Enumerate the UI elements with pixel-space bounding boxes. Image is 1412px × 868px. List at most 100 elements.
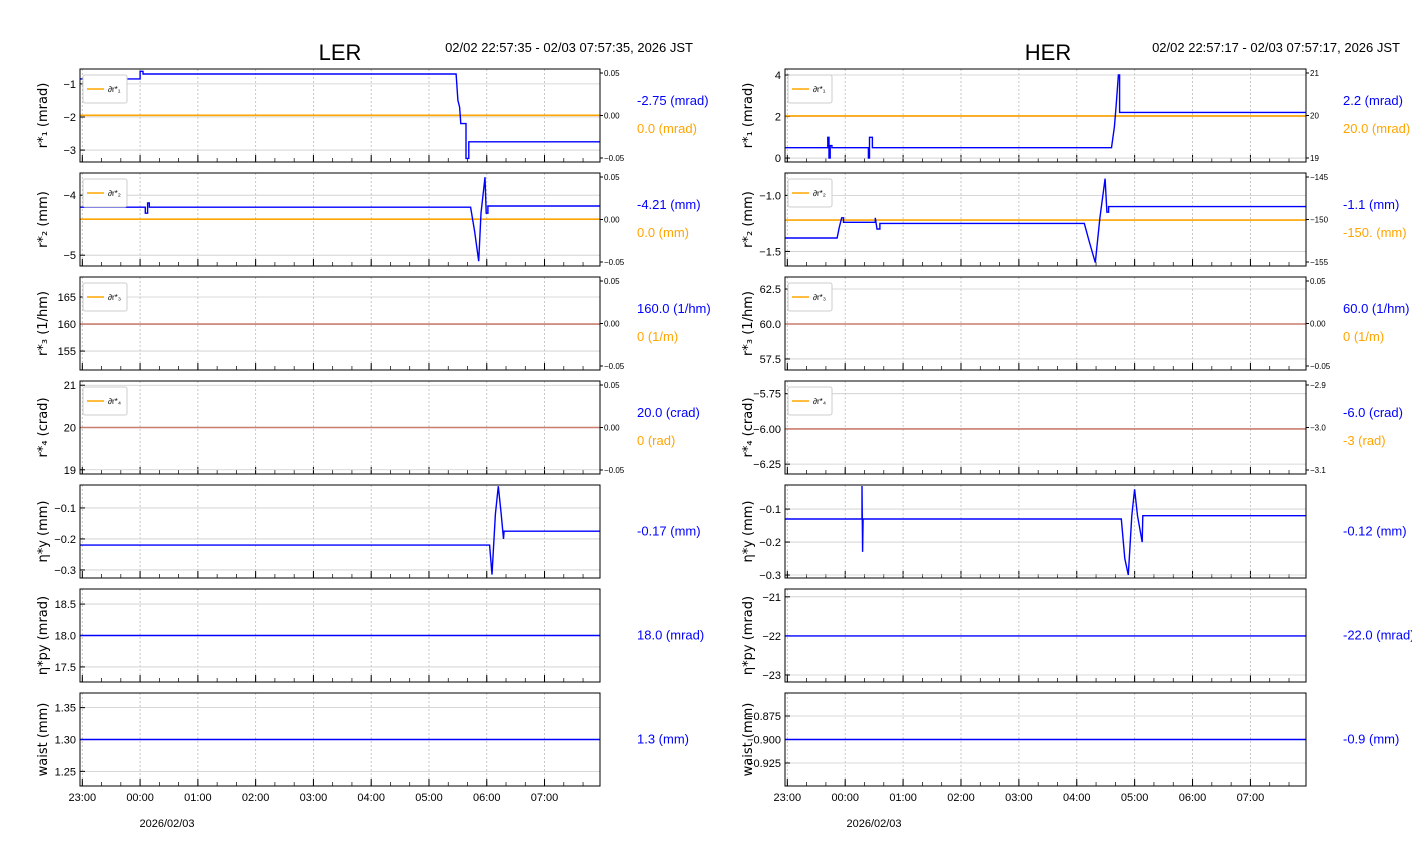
panel-1: −1.0 −1.5 −145 −150 −155 r*₂ (mm) ∂r*₂ -1.1 (mm…	[741, 172, 1407, 267]
current-value: -4.21 (mm)	[637, 197, 701, 212]
right-y-tick-label: −0.05	[604, 258, 625, 267]
current-value: -22.0 (mrad)	[1343, 628, 1412, 643]
panel-2: 165 160 155 0.05 0.00 −0.05 r*₃ (1/hm) ∂r*₃ 160.…	[36, 276, 711, 371]
series-line	[785, 485, 1306, 576]
y-tick-label: 165	[58, 292, 76, 304]
right-y-tick-label: −0.05	[604, 154, 625, 163]
x-tick-label: 07:00	[531, 792, 559, 804]
x-tick-label: 01:00	[184, 792, 212, 804]
y-tick-label: −5.75	[753, 389, 781, 401]
right-y-tick-label: 0.05	[604, 69, 620, 78]
y-tick-label: −4	[63, 190, 76, 202]
x-tick-label: 06:00	[1179, 792, 1207, 804]
x-axis-date-label: 2026/02/03	[846, 818, 901, 830]
x-tick-label: 01:00	[889, 792, 917, 804]
y-axis-label: r*₁ (mrad)	[741, 83, 756, 149]
legend-label: ∂r*₄	[108, 397, 121, 406]
chart-title: HER	[1025, 40, 1071, 65]
x-tick-label: 06:00	[473, 792, 501, 804]
legend-label: ∂r*₂	[813, 189, 826, 198]
x-tick-label: 02:00	[947, 792, 975, 804]
y-axis-label: r*₃ (1/hm)	[36, 291, 51, 356]
right-y-tick-label: 0.00	[604, 320, 620, 329]
panel-3: −5.75 −6.00 −6.25 −2.9 −3.0 −3.1 r*₄ (crad) ∂r*…	[741, 380, 1403, 475]
x-tick-label: 04:00	[357, 792, 385, 804]
legend-label: ∂r*₃	[108, 293, 121, 302]
panel-2: 62.5 60.0 57.5 0.05 0.00 −0.05 r*₃ (1/hm) ∂r*₃ 6…	[741, 276, 1409, 371]
current-value: 2.2 (mrad)	[1343, 93, 1403, 108]
panel-4: −0.1 −0.2 −0.3η*y (mm) -0.12 (mm)	[741, 484, 1407, 582]
right-y-tick-label: 20	[1310, 112, 1319, 121]
panel-5: −21 −22 −23 η*py (mrad) -22.0 (mrad)	[741, 588, 1412, 683]
x-tick-label: 05:00	[415, 792, 443, 804]
y-axis-label: r*₁ (mrad)	[36, 83, 51, 149]
y-axis-label: η*y (mm)	[36, 500, 51, 562]
right-y-tick-label: 0.00	[604, 216, 620, 225]
y-tick-label: −6.25	[753, 459, 781, 471]
y-tick-label: 57.5	[760, 354, 781, 366]
right-y-tick-label: 0.00	[604, 424, 620, 433]
y-tick-label: −1.0	[759, 190, 781, 202]
legend-label: ∂r*₁	[813, 85, 826, 94]
panel-6: −0.875−0.900−0.925waist (mm) -0.9 (mm)23:…	[741, 692, 1399, 830]
y-axis-label: r*₄ (crad)	[36, 397, 51, 457]
legend-label: ∂r*₄	[813, 397, 826, 406]
reference-value: 0 (1/m)	[637, 329, 678, 344]
right-y-tick-label: 0.05	[604, 381, 620, 390]
y-tick-label: −6.00	[753, 424, 781, 436]
y-tick-label: 60.0	[760, 319, 781, 331]
right-y-tick-label: −3.0	[1310, 424, 1326, 433]
x-tick-label: 07:00	[1237, 792, 1265, 804]
y-tick-label: 160	[58, 319, 76, 331]
current-value: -6.0 (crad)	[1343, 405, 1403, 420]
legend-label: ∂r*₃	[813, 293, 826, 302]
y-tick-label: −0.3	[54, 565, 76, 577]
reference-value: 0 (rad)	[637, 433, 675, 448]
y-tick-label: 0	[775, 153, 781, 165]
y-tick-label: 1.35	[55, 703, 76, 715]
right-y-tick-label: 0.00	[604, 112, 620, 121]
x-tick-label: 04:00	[1063, 792, 1091, 804]
y-tick-label: 17.5	[55, 662, 76, 674]
y-tick-label: −21	[762, 592, 781, 604]
y-tick-label: 18.5	[55, 599, 76, 611]
right-y-tick-label: 0.05	[604, 173, 620, 182]
right-y-tick-label: −3.1	[1310, 466, 1326, 475]
current-value: 1.3 (mm)	[637, 732, 689, 747]
current-value: 18.0 (mrad)	[637, 628, 704, 643]
time-range: 02/02 22:57:35 - 02/03 07:57:35, 2026 JS…	[445, 40, 693, 55]
right-y-tick-label: −0.05	[1310, 362, 1331, 371]
y-tick-label: 155	[58, 346, 76, 358]
y-tick-label: −1.5	[759, 246, 781, 258]
panel-0: 420212019r*₁ (mrad) ∂r*₁2.2 (mrad)20.0 (m…	[741, 68, 1410, 165]
y-tick-label: −22	[762, 631, 781, 643]
reference-value: -150. (mm)	[1343, 225, 1407, 240]
right-y-tick-label: −2.9	[1310, 381, 1326, 390]
x-tick-label: 00:00	[126, 792, 154, 804]
y-axis-label: waist (mm)	[741, 703, 756, 777]
panel-6: 1.35 1.30 1.25 waist (mm) 1.3 (mm) 23:00 00:00…	[36, 692, 689, 830]
y-axis-label: r*₃ (1/hm)	[741, 291, 756, 356]
y-tick-label: −0.1	[759, 504, 781, 516]
reference-value: 0.0 (mm)	[637, 225, 689, 240]
x-tick-label: 05:00	[1121, 792, 1149, 804]
y-tick-label: 1.25	[55, 766, 76, 778]
legend-label: ∂r*₁	[108, 85, 121, 94]
x-tick-label: 00:00	[831, 792, 859, 804]
y-tick-label: 20	[64, 423, 76, 435]
y-tick-label: −0.3	[759, 570, 781, 582]
y-tick-label: −1	[63, 79, 76, 91]
y-tick-label: −5	[63, 250, 76, 262]
reference-value: 20.0 (mrad)	[1343, 121, 1410, 136]
panel-3: 21 20 19 0.05 0.00 −0.05 r*₄ (crad) ∂r*₄ 20.0 (c…	[36, 380, 700, 477]
chart-ler: LER 02/02 22:57:35 - 02/03 07:57:35, 2026…	[36, 40, 711, 830]
current-value: -0.12 (mm)	[1343, 524, 1407, 539]
reference-value: 0.0 (mrad)	[637, 121, 697, 136]
panel-4: −0.1 −0.2 −0.3η*y (mm) -0.17 (mm)	[36, 484, 701, 579]
right-y-tick-label: 19	[1310, 154, 1319, 163]
right-y-tick-label: −150	[1310, 216, 1329, 225]
y-axis-label: η*py (mrad)	[741, 596, 756, 675]
y-tick-label: 21	[64, 380, 76, 392]
y-axis-label: r*₄ (crad)	[741, 397, 756, 457]
reference-value: 0 (1/m)	[1343, 329, 1384, 344]
